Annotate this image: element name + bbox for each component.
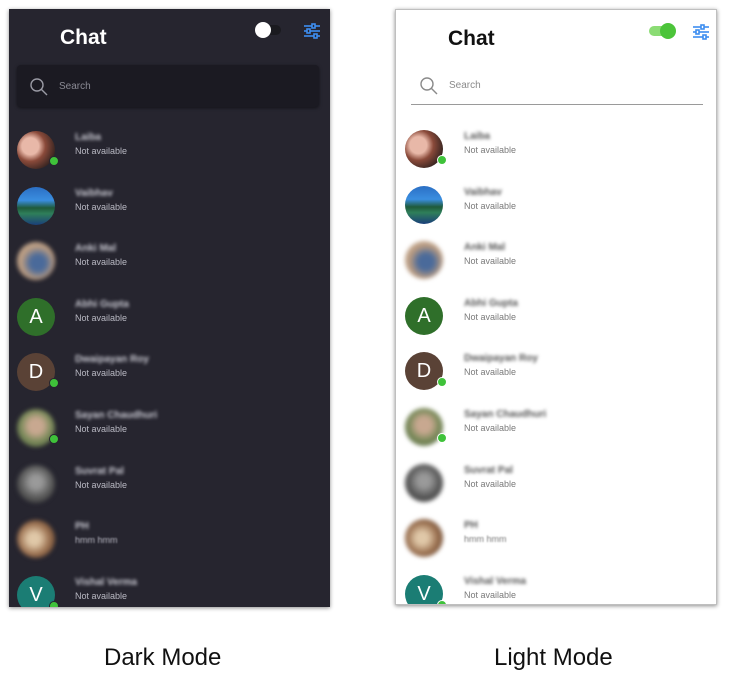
contact-status: hmm hmm — [75, 535, 118, 546]
contact-status: Not available — [75, 146, 128, 156]
contact-name: Vishal Verma — [75, 576, 138, 588]
contact-name: Laiba — [75, 132, 102, 143]
online-indicator — [437, 377, 447, 388]
chat-list-item[interactable]: A Abhi Gupta Not available — [396, 296, 716, 347]
search-bar — [411, 70, 703, 105]
search-bar — [17, 65, 319, 107]
contact-name: Abhi Gupta — [464, 297, 518, 309]
avatar — [405, 185, 443, 224]
contact-status: Not available — [464, 311, 517, 322]
contact-status: Not available — [464, 589, 517, 600]
light-mode-caption: Light Mode — [494, 644, 613, 671]
avatar: A — [17, 297, 55, 336]
contact-status: Not available — [464, 367, 517, 378]
chat-list-item[interactable]: V Vishal Verma Not available — [9, 575, 330, 607]
chat-list-item[interactable]: Laiba Not available — [396, 130, 716, 180]
chat-list-item[interactable]: D Dwaipayan Roy Not available — [396, 352, 716, 402]
contact-status: hmm hmm — [464, 534, 507, 545]
search-icon — [30, 78, 48, 96]
chat-list-item[interactable]: Vaibhav Not available — [9, 186, 330, 237]
chat-list-item[interactable]: Anki Mal Not available — [9, 242, 330, 292]
contact-status: Not available — [75, 590, 128, 601]
chat-list-item[interactable]: Suvrat Pal Not available — [9, 464, 330, 515]
filter-sliders-icon[interactable] — [692, 24, 710, 40]
chat-list-item[interactable]: Sayan Chaudhuri Not available — [9, 409, 330, 459]
chat-list-item[interactable]: V Vishal Verma Not available — [396, 574, 716, 604]
toggle-knob — [660, 23, 676, 39]
avatar — [405, 463, 443, 502]
contact-status: Not available — [75, 257, 128, 268]
contact-name: Vaibhav — [464, 186, 502, 198]
avatar: A — [405, 296, 443, 335]
online-indicator — [49, 378, 59, 389]
contact-status: Not available — [464, 423, 517, 433]
toggle-knob — [255, 22, 271, 38]
contact-name: Vaibhav — [75, 187, 113, 199]
chat-list-item[interactable]: Suvrat Pal Not available — [396, 463, 716, 514]
theme-toggle[interactable] — [253, 22, 283, 38]
chat-list-item[interactable]: D Dwaipayan Roy Not available — [9, 353, 330, 403]
contact-name: Sayan Chaudhuri — [75, 410, 158, 421]
avatar — [17, 242, 55, 281]
app-title: Chat — [60, 26, 107, 49]
online-indicator — [437, 155, 447, 165]
search-input[interactable] — [57, 76, 291, 96]
contact-name: Anki Mal — [75, 243, 117, 255]
contact-name: Abhi Gupta — [75, 298, 129, 310]
chat-list-item[interactable]: Laiba Not available — [9, 131, 330, 181]
contact-name: Suvrat Pal — [464, 464, 513, 476]
chat-list-item[interactable]: PH hmm hmm — [396, 519, 716, 569]
contact-name: Dwaipayan Roy — [464, 353, 538, 365]
avatar — [17, 464, 55, 503]
dark-mode-screen: Chat Laiba Not available Vaibhav Not availa… — [9, 9, 330, 607]
light-mode-screen: Chat Laiba Not available Vaibhav Not availa… — [395, 9, 717, 605]
search-input[interactable] — [447, 75, 681, 95]
contact-name: Laiba — [464, 131, 491, 142]
online-indicator — [437, 433, 447, 443]
contact-name: Suvrat Pal — [75, 465, 124, 477]
contact-status: Not available — [464, 200, 517, 211]
contact-status: Not available — [75, 368, 128, 379]
contact-status: Not available — [75, 479, 128, 490]
avatar — [405, 519, 443, 558]
avatar: V — [405, 574, 443, 604]
online-indicator — [49, 156, 59, 166]
chat-list-item[interactable]: Vaibhav Not available — [396, 185, 716, 236]
contact-name: Sayan Chaudhuri — [464, 409, 547, 420]
filter-sliders-icon[interactable] — [303, 23, 321, 39]
contact-name: Vishal Verma — [464, 575, 527, 587]
avatar — [405, 241, 443, 280]
contact-status: Not available — [464, 478, 517, 489]
app-title: Chat — [448, 27, 495, 50]
chat-list-item[interactable]: PH hmm hmm — [9, 520, 330, 570]
contact-status: Not available — [75, 201, 128, 212]
avatar — [17, 520, 55, 559]
contact-name: Anki Mal — [464, 242, 506, 254]
dark-mode-caption: Dark Mode — [104, 644, 222, 671]
chat-list-item[interactable]: Sayan Chaudhuri Not available — [396, 408, 716, 458]
contact-name: Dwaipayan Roy — [75, 354, 149, 366]
contact-name: PH — [75, 521, 89, 533]
avatar — [17, 186, 55, 225]
contact-name: PH — [464, 520, 478, 532]
chat-list-item[interactable]: Anki Mal Not available — [396, 241, 716, 291]
contact-status: Not available — [75, 424, 128, 434]
online-indicator — [437, 599, 447, 604]
contact-status: Not available — [464, 256, 517, 267]
online-indicator — [49, 434, 59, 444]
contact-status: Not available — [464, 145, 517, 155]
online-indicator — [49, 600, 59, 607]
contact-status: Not available — [75, 312, 128, 323]
theme-toggle[interactable] — [647, 23, 677, 39]
chat-list-item[interactable]: A Abhi Gupta Not available — [9, 297, 330, 348]
search-icon — [420, 77, 438, 95]
